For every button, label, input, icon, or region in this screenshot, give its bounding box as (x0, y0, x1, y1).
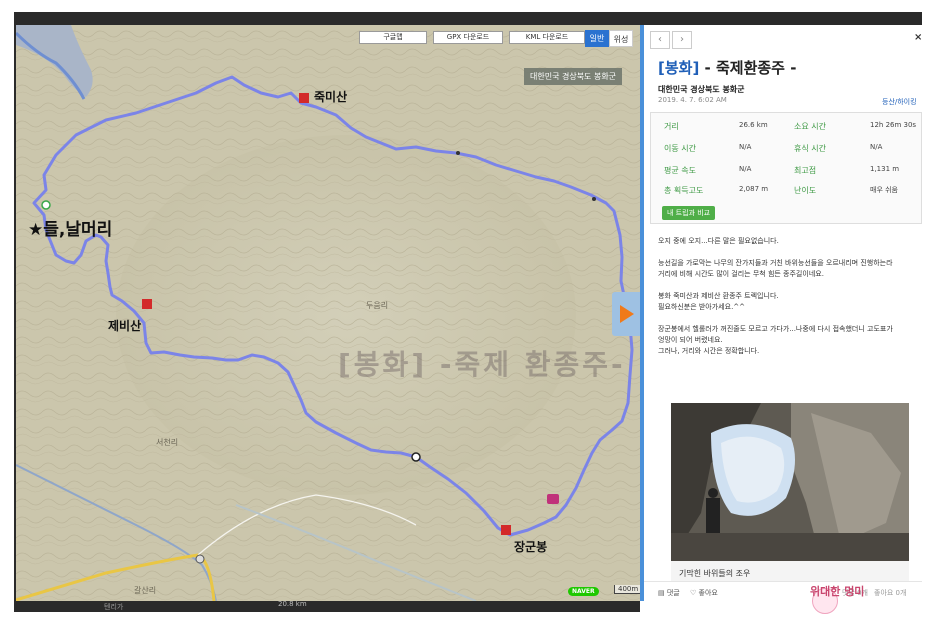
trip-location: 대한민국 경상북도 봉화군 (658, 85, 745, 94)
description-line: 봉화 죽미산과 제비산 환종주 트렉입니다. (658, 292, 779, 300)
panel-toggle-button[interactable] (612, 292, 640, 336)
comment-button[interactable]: ▤ 댓글 (658, 588, 680, 598)
gpx-download-button[interactable]: GPX 다운로드 (433, 31, 503, 44)
peak-label-jebi: 제비산 (108, 319, 142, 333)
village-label: 두음리 (366, 301, 389, 310)
peak-label-janggun: 장군봉 (514, 540, 548, 554)
peak-flag-icon (501, 525, 511, 535)
start-marker (41, 200, 51, 210)
description-line: 오지 중에 오지...다른 말은 필요없습니다. (658, 237, 779, 245)
village-label: 갈산리 (134, 586, 157, 595)
start-end-label: ★들,날머리 (28, 220, 113, 240)
stat-value: 매우 쉬움 (870, 186, 898, 194)
peak-flag-icon (299, 93, 309, 103)
stat-label: 이동 시간 (664, 144, 696, 153)
like-label: 좋아요 (698, 589, 718, 597)
stat-label: 최고점 (794, 166, 817, 175)
stat-label: 소요 시간 (794, 122, 826, 131)
map-scale: 400m (614, 585, 640, 594)
trip-date: 2019. 4. 7. 6:02 AM (658, 96, 727, 104)
village-label: 서천리 (156, 438, 179, 447)
blog-watermark: 위대한 멍미 (810, 585, 865, 598)
trip-title-prefix: [봉화] (658, 59, 700, 77)
description-line: 거리에 비해 시간도 많이 걸리는 무척 힘든 종주길이네요. (658, 270, 824, 278)
peak-label-jukmi: 죽미산 (314, 90, 348, 104)
description-line: 장군봉에서 헬롤러가 꺼진줄도 모르고 가다가...나중에 다시 접속했더니 고… (658, 325, 893, 333)
trip-category-link[interactable]: 등산/하이킹 (882, 97, 917, 107)
google-map-button[interactable]: 구글맵 (359, 31, 427, 44)
stat-value: N/A (870, 143, 883, 151)
bottom-hint: 텐리가 (104, 603, 124, 611)
next-button[interactable]: › (672, 31, 692, 49)
description-line: 능선길을 가로막는 나무의 잔가지들과 거친 바위능선들을 오르내리며 진행하는… (658, 259, 893, 267)
trip-title: [봉화] - 죽제환종주 - (658, 57, 796, 78)
terrain-layer (16, 25, 640, 601)
photo-marker-icon (547, 494, 559, 504)
comment-label: 댓글 (666, 589, 680, 597)
trip-photo[interactable] (671, 403, 909, 561)
stat-label: 난이도 (794, 186, 817, 195)
photo-caption: 기막힌 바위들의 조우 (679, 569, 751, 578)
description-line: 필요하신분은 받아가세요.^^ (658, 303, 746, 311)
stat-label: 평균 속도 (664, 166, 696, 175)
stat-value: 2,087 m (739, 185, 769, 193)
play-arrow-icon (620, 305, 634, 323)
stat-value: 26.6 km (739, 121, 768, 129)
naver-logo: NAVER (568, 587, 599, 596)
stat-value: 12h 26m 30s (870, 121, 917, 129)
stat-label: 거리 (664, 122, 679, 131)
trip-title-rest: - 죽제환종주 - (699, 59, 797, 77)
region-label: 대한민국 경상북도 봉화군 (524, 68, 623, 85)
prev-button[interactable]: ‹ (650, 31, 670, 49)
stat-label: 총 획득고도 (664, 186, 704, 195)
kml-download-button[interactable]: KML 다운로드 (509, 31, 585, 44)
stat-label: 휴식 시간 (794, 144, 826, 153)
map-type-satellite[interactable]: 위성 (609, 30, 633, 47)
stat-value: 1,131 m (870, 165, 900, 173)
window-top-bar (14, 12, 922, 25)
like-count: 좋아요 0개 (874, 589, 907, 597)
trail-map[interactable]: 구글맵 GPX 다운로드 KML 다운로드 일반 위성 대한민국 경상북도 봉화… (16, 25, 640, 601)
peak-flag-icon (142, 299, 152, 309)
compare-trip-button[interactable]: 내 트립과 비교 (662, 206, 716, 220)
map-type-normal[interactable]: 일반 (585, 30, 609, 47)
finish-marker (411, 452, 421, 462)
description-line: 엉망이 되어 버렸네요. (658, 336, 723, 344)
description-line: 그러나, 거리와 시간은 정확합니다. (658, 347, 760, 355)
stat-value: N/A (739, 143, 752, 151)
map-watermark: [봉화] -죽제 환종주- (338, 348, 626, 381)
distance-hint: 20.8 km (278, 600, 307, 608)
close-icon[interactable]: × (914, 32, 922, 43)
rock-photo-image (671, 403, 909, 561)
stat-value: N/A (739, 165, 752, 173)
like-button[interactable]: ♡ 좋아요 (690, 588, 718, 598)
trip-detail-panel: ‹ › × [봉화] - 죽제환종주 - 대한민국 경상북도 봉화군 2019.… (644, 25, 922, 601)
